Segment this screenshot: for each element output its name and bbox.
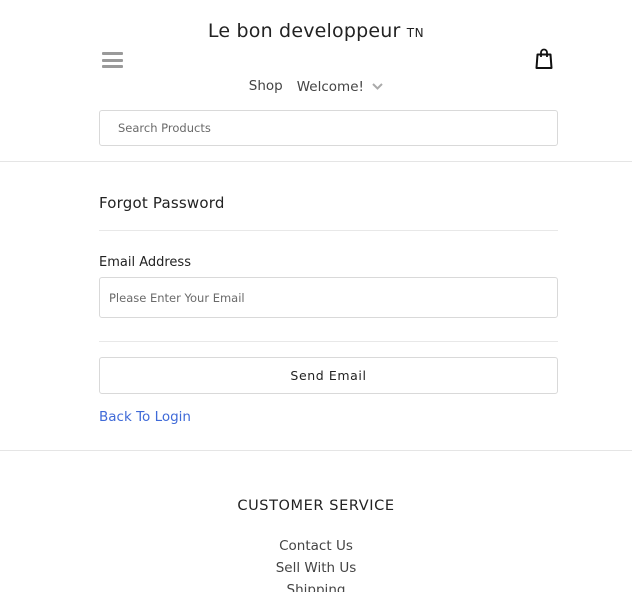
nav-welcome-label: Welcome! bbox=[296, 79, 364, 95]
footer-divider bbox=[0, 450, 632, 451]
shopping-bag-icon[interactable] bbox=[534, 48, 554, 70]
footer-link-sell-with-us[interactable]: Sell With Us bbox=[0, 557, 632, 579]
form-divider bbox=[99, 341, 558, 342]
header-divider bbox=[0, 161, 632, 162]
nav-welcome-dropdown[interactable]: Welcome! bbox=[297, 78, 383, 95]
page-title: Forgot Password bbox=[99, 194, 225, 212]
nav-shop[interactable]: Shop bbox=[249, 78, 283, 95]
brand-name: Le bon developpeur bbox=[207, 20, 401, 42]
chevron-down-icon bbox=[372, 78, 383, 94]
back-to-login-link[interactable]: Back To Login bbox=[99, 409, 191, 425]
title-divider bbox=[99, 230, 558, 231]
send-email-button[interactable]: Send Email bbox=[99, 357, 558, 394]
email-label: Email Address bbox=[99, 255, 191, 270]
footer-link-contact-us[interactable]: Contact Us bbox=[0, 535, 632, 557]
search-input[interactable] bbox=[99, 110, 558, 146]
email-field[interactable] bbox=[99, 277, 558, 318]
footer-links: Contact Us Sell With Us Shipping bbox=[0, 535, 632, 592]
footer-link-shipping[interactable]: Shipping bbox=[0, 579, 632, 592]
main-nav: Shop Welcome! bbox=[0, 78, 632, 95]
brand-suffix: TN bbox=[406, 26, 425, 40]
brand-logo[interactable]: Le bon developpeur TN bbox=[0, 20, 632, 42]
hamburger-menu-icon[interactable] bbox=[102, 52, 123, 68]
footer-title: CUSTOMER SERVICE bbox=[237, 498, 395, 514]
